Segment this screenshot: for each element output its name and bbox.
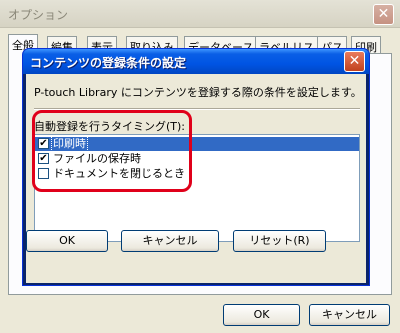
- outer-cancel-button[interactable]: キャンセル: [309, 304, 390, 326]
- dialog-cancel-button[interactable]: キャンセル: [121, 230, 219, 252]
- dialog-titlebar: コンテンツの登録条件の設定 ✕: [23, 49, 369, 74]
- outer-window-title: オプション: [8, 8, 69, 22]
- highlight-annotation: [32, 110, 192, 192]
- dialog-ok-button[interactable]: OK: [26, 230, 108, 252]
- dialog-description: P-touch Library にコンテンツを登録する際の条件を設定します。: [34, 86, 362, 99]
- outer-ok-button[interactable]: OK: [223, 304, 300, 326]
- outer-close-button[interactable]: ✕: [373, 4, 394, 25]
- dialog-reset-button[interactable]: リセット(R): [233, 230, 326, 252]
- dialog-title: コンテンツの登録条件の設定: [30, 56, 187, 70]
- dialog-close-button[interactable]: ✕: [344, 51, 365, 72]
- outer-titlebar: オプション ✕: [0, 0, 400, 28]
